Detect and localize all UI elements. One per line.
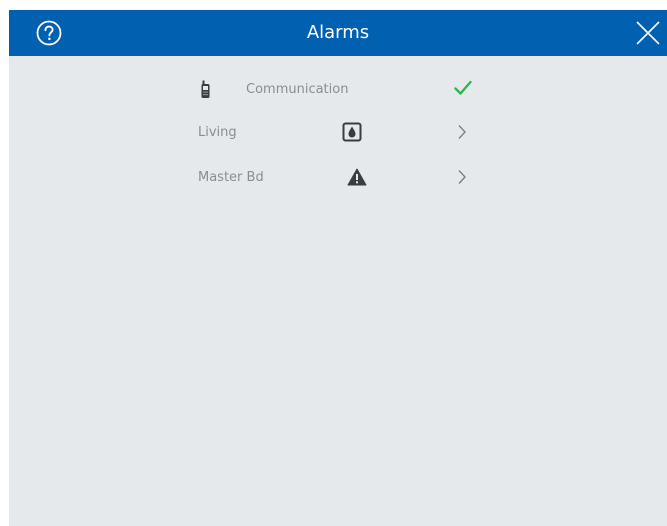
alarm-row-communication[interactable]: Communication — [9, 72, 667, 108]
phone-icon — [200, 80, 212, 104]
close-button[interactable] — [635, 20, 661, 46]
warning-icon — [347, 168, 367, 190]
alarm-row-label: Living — [198, 125, 237, 140]
alarm-row-master-bd[interactable]: Master Bd — [9, 159, 667, 195]
alarm-row-label: Master Bd — [198, 170, 264, 185]
chevron-right-icon — [457, 124, 467, 144]
alarm-row-label: Communication — [246, 82, 349, 97]
alarm-row-living[interactable]: Living — [9, 114, 667, 150]
checkmark-icon — [454, 80, 472, 100]
water-drop-icon — [342, 122, 362, 146]
dialog-header: Alarms — [9, 10, 667, 56]
alarms-dialog: Alarms Communication Living Master Bd — [9, 10, 667, 526]
chevron-right-icon — [457, 169, 467, 189]
dialog-title: Alarms — [306, 22, 370, 43]
close-icon — [636, 21, 660, 45]
